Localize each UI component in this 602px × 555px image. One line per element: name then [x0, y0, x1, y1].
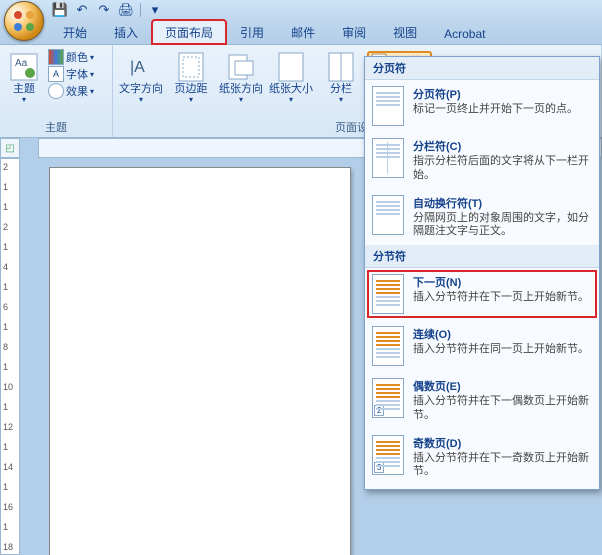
- page-break-icon: [371, 86, 405, 126]
- ruler-tick: 8: [3, 342, 8, 352]
- tab-review[interactable]: 审阅: [329, 20, 379, 44]
- effects-icon: [48, 83, 64, 99]
- ruler-tick: 1: [3, 322, 8, 332]
- themes-label: 主题: [13, 83, 35, 95]
- ruler-tick: 1: [3, 242, 8, 252]
- ruler-tick: 1: [3, 522, 8, 532]
- save-icon[interactable]: 💾: [52, 2, 68, 18]
- ruler-tick: 16: [3, 502, 13, 512]
- ruler-tick: 1: [3, 182, 8, 192]
- theme-effects-button[interactable]: 效果▾: [48, 83, 94, 99]
- breaks-dropdown: 分页符 分页符(P)标记一页终止并开始下一页的点。分栏符(C)指示分栏符后面的文…: [364, 56, 600, 490]
- document-page[interactable]: [50, 168, 350, 555]
- themes-icon: Aa: [8, 51, 40, 83]
- ruler-tick: 1: [3, 282, 8, 292]
- ruler-tick: 12: [3, 422, 13, 432]
- theme-fonts-button[interactable]: A字体▾: [48, 66, 94, 82]
- size-icon: [275, 51, 307, 83]
- fonts-icon: A: [48, 66, 64, 82]
- undo-icon[interactable]: ↶: [74, 2, 90, 18]
- breaks-menu-item[interactable]: 2 偶数页(E)插入分节符并在下一偶数页上开始新节。: [365, 372, 599, 429]
- tab-mailings[interactable]: 邮件: [278, 20, 328, 44]
- qat-dropdown-icon[interactable]: ▾: [147, 2, 163, 18]
- ruler-tick: 4: [3, 262, 8, 272]
- menu-item-title: 连续(O): [413, 326, 591, 342]
- page-break-icon: 3: [371, 435, 405, 475]
- ruler-corner[interactable]: ◰: [0, 138, 20, 158]
- menu-item-title: 分页符(P): [413, 86, 591, 102]
- columns-icon: [325, 51, 357, 83]
- tab-page-layout[interactable]: 页面布局: [152, 20, 226, 44]
- group-themes-title: 主题: [2, 117, 110, 137]
- tab-references[interactable]: 引用: [227, 20, 277, 44]
- vertical-ruler[interactable]: 2112141618110112114116118: [0, 158, 20, 555]
- menu-item-title: 自动换行符(T): [413, 195, 591, 211]
- page-break-icon: [371, 326, 405, 366]
- breaks-menu-item[interactable]: 自动换行符(T)分隔网页上的对象周围的文字，如分隔题注文字与正文。: [365, 189, 599, 246]
- menu-item-title: 分栏符(C): [413, 138, 591, 154]
- tab-home[interactable]: 开始: [50, 20, 100, 44]
- ruler-tick: 1: [3, 202, 8, 212]
- dropdown-section-page-breaks: 分页符: [365, 57, 599, 80]
- margins-icon: [175, 51, 207, 83]
- ruler-tick: 6: [3, 302, 8, 312]
- ruler-tick: 14: [3, 462, 13, 472]
- ruler-tick: 1: [3, 362, 8, 372]
- ruler-tick: 1: [3, 482, 8, 492]
- menu-item-desc: 插入分节符并在下一页上开始新节。: [413, 291, 591, 305]
- page-break-icon: [371, 138, 405, 178]
- orientation-button[interactable]: 纸张方向▾: [217, 49, 265, 104]
- ruler-tick: 18: [3, 542, 13, 552]
- ruler-tick: 2: [3, 222, 8, 232]
- ruler-tick: 1: [3, 442, 8, 452]
- breaks-menu-item[interactable]: 分页符(P)标记一页终止并开始下一页的点。: [365, 80, 599, 132]
- size-button[interactable]: 纸张大小▾: [267, 49, 315, 104]
- menu-item-title: 下一页(N): [413, 274, 591, 290]
- svg-text:Aa: Aa: [15, 58, 28, 69]
- columns-button[interactable]: 分栏▾: [317, 49, 365, 104]
- tab-insert[interactable]: 插入: [101, 20, 151, 44]
- menu-item-desc: 标记一页终止并开始下一页的点。: [413, 103, 591, 117]
- print-icon[interactable]: 🖨: [118, 2, 134, 18]
- menu-item-desc: 插入分节符并在下一偶数页上开始新节。: [413, 395, 591, 423]
- chevron-down-icon: ▾: [22, 95, 26, 104]
- group-themes: Aa 主题 ▾ 颜色▾ A字体▾ 效果▾ 主题: [0, 45, 113, 137]
- office-button[interactable]: [4, 1, 44, 41]
- breaks-menu-item[interactable]: 分栏符(C)指示分栏符后面的文字将从下一栏开始。: [365, 132, 599, 189]
- themes-button[interactable]: Aa 主题 ▾: [4, 49, 44, 104]
- qat-separator: [140, 3, 141, 17]
- theme-colors-button[interactable]: 颜色▾: [48, 49, 94, 65]
- menu-item-desc: 插入分节符并在下一奇数页上开始新节。: [413, 452, 591, 480]
- text-direction-icon: |A: [125, 51, 157, 83]
- ruler-tick: 1: [3, 402, 8, 412]
- page-break-icon: [371, 274, 405, 314]
- breaks-menu-item[interactable]: 连续(O)插入分节符并在同一页上开始新节。: [365, 320, 599, 372]
- tab-acrobat[interactable]: Acrobat: [431, 23, 498, 44]
- menu-item-desc: 分隔网页上的对象周围的文字，如分隔题注文字与正文。: [413, 212, 591, 240]
- redo-icon[interactable]: ↷: [96, 2, 112, 18]
- tab-view[interactable]: 视图: [380, 20, 430, 44]
- page-break-icon: [371, 195, 405, 235]
- text-direction-button[interactable]: |A 文字方向▾: [117, 49, 165, 104]
- menu-item-title: 奇数页(D): [413, 435, 591, 451]
- menu-item-desc: 插入分节符并在同一页上开始新节。: [413, 343, 591, 357]
- breaks-menu-item[interactable]: 3 奇数页(D)插入分节符并在下一奇数页上开始新节。: [365, 429, 599, 486]
- quick-access-toolbar: 💾 ↶ ↷ 🖨 ▾: [0, 0, 602, 20]
- orientation-icon: [225, 51, 257, 83]
- menu-item-desc: 指示分栏符后面的文字将从下一栏开始。: [413, 155, 591, 183]
- dropdown-section-section-breaks: 分节符: [365, 245, 599, 268]
- ruler-tick: 10: [3, 382, 13, 392]
- svg-text:|A: |A: [130, 59, 145, 76]
- colors-icon: [48, 49, 64, 65]
- ribbon-tabs: 开始 插入 页面布局 引用 邮件 审阅 视图 Acrobat: [0, 20, 602, 44]
- page-break-icon: 2: [371, 378, 405, 418]
- margins-button[interactable]: 页边距▾: [167, 49, 215, 104]
- breaks-menu-item[interactable]: 下一页(N)插入分节符并在下一页上开始新节。: [365, 268, 599, 320]
- ruler-tick: 2: [3, 162, 8, 172]
- menu-item-title: 偶数页(E): [413, 378, 591, 394]
